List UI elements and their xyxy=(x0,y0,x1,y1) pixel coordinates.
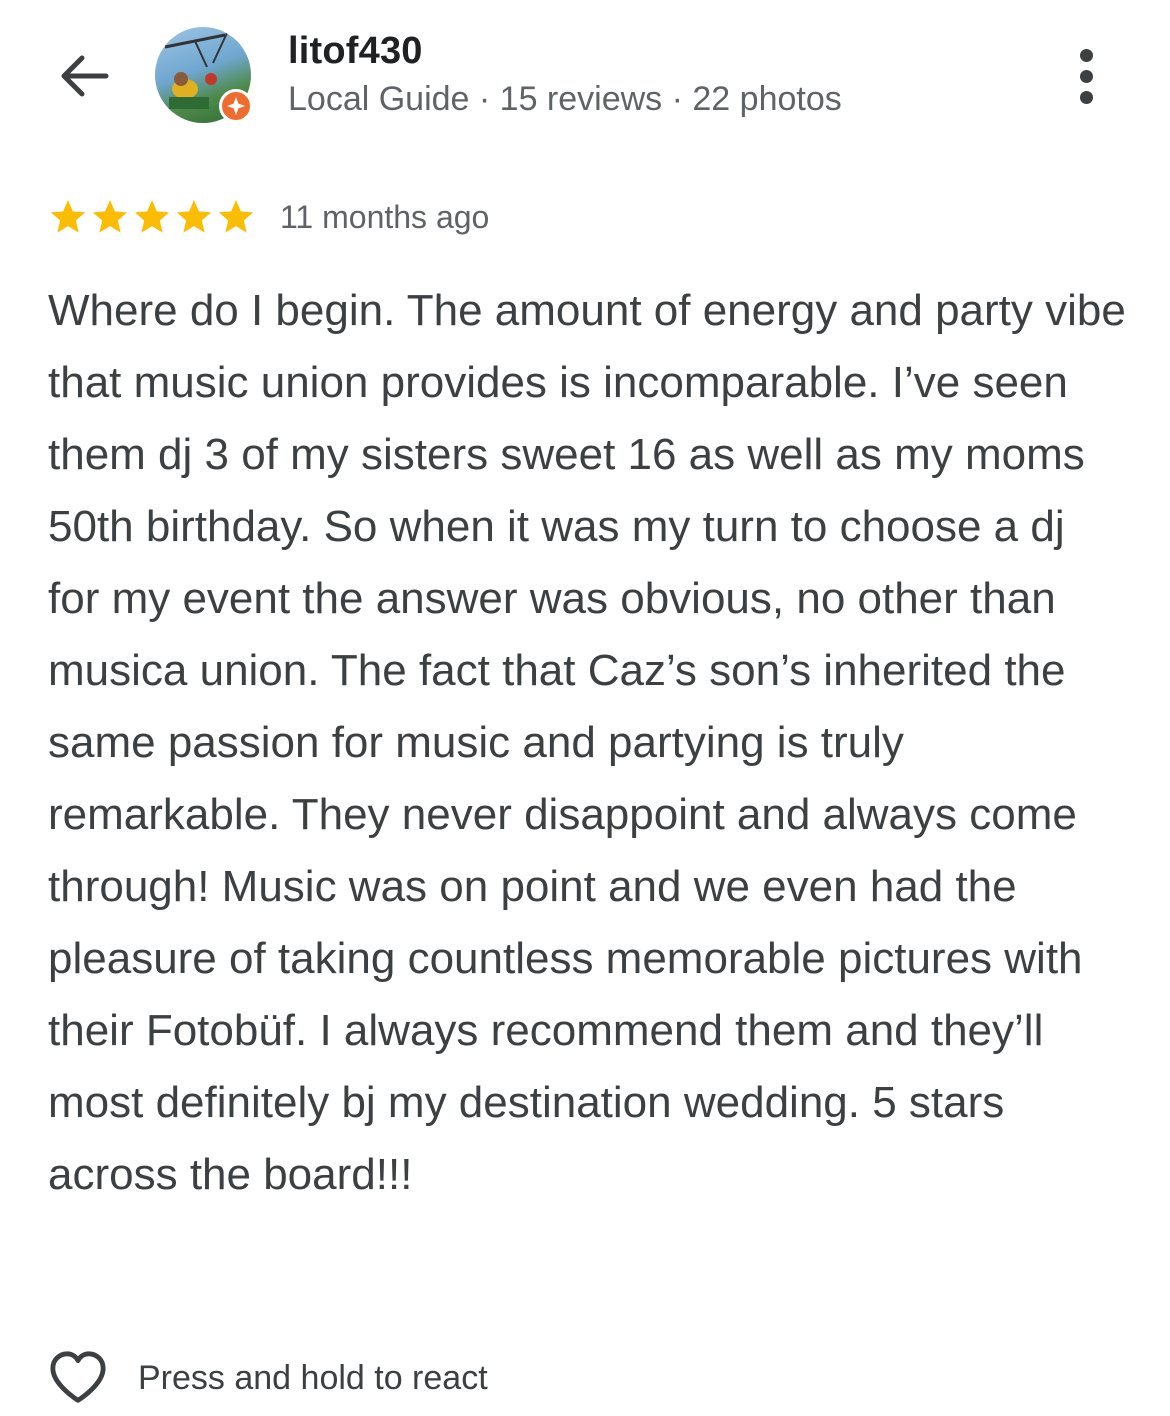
review-header: litof430 Local Guide · 15 reviews · 22 p… xyxy=(0,0,1170,150)
review-text: Where do I begin. The amount of energy a… xyxy=(48,286,1126,1199)
avatar[interactable] xyxy=(155,27,253,123)
reviewer-meta: Local Guide · 15 reviews · 22 photos xyxy=(288,80,842,118)
local-guide-badge-icon xyxy=(219,89,253,123)
more-vertical-icon xyxy=(1079,48,1093,62)
star-icon xyxy=(92,200,128,233)
more-vertical-icon-dot xyxy=(1079,90,1093,104)
star-rating xyxy=(48,197,256,237)
star-icon xyxy=(218,200,254,233)
review-time: 11 months ago xyxy=(280,198,490,235)
rating-row: 11 months ago xyxy=(48,192,489,242)
react-label: Press and hold to react xyxy=(138,1358,488,1397)
arrow-back-icon xyxy=(61,55,109,97)
star-icon xyxy=(134,200,170,233)
star-icon xyxy=(176,200,212,233)
star-icon xyxy=(50,200,86,233)
more-options-button[interactable] xyxy=(1062,44,1110,108)
more-vertical-icon-dot xyxy=(1079,69,1093,83)
reviewer-name[interactable]: litof430 xyxy=(288,30,423,73)
heart-outline-icon xyxy=(48,1348,108,1408)
back-button[interactable] xyxy=(54,48,114,104)
react-button[interactable]: Press and hold to react xyxy=(48,1346,488,1410)
